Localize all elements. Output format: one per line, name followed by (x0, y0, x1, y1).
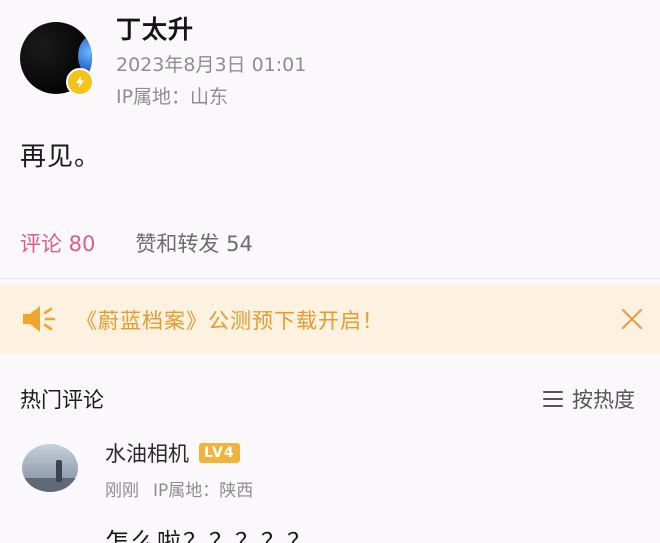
comment-text: 怎么啦？？？？？ (105, 528, 313, 543)
comment-meta: 刚刚 IP属地：陕西 (105, 476, 253, 501)
tab-comments-label: 评论 80 (20, 232, 96, 256)
commenter-avatar[interactable] (22, 444, 78, 492)
author-name[interactable]: 丁太升 (116, 10, 194, 46)
tab-likes-reposts[interactable]: 赞和转发 54 (135, 228, 252, 270)
post-detail-page: 丁太升 2023年8月3日 01:01 IP属地：山东 再见。 评论 80 赞和… (0, 0, 660, 543)
commenter-name[interactable]: 水油相机 (105, 438, 189, 468)
post-tabs: 评论 80 赞和转发 54 (20, 228, 253, 288)
tab-comments[interactable]: 评论 80 (20, 228, 104, 288)
vip-badge-icon (66, 68, 94, 96)
megaphone-icon (23, 306, 56, 332)
comment-user-row: 水油相机 LV4 (105, 438, 240, 468)
post-content: 再见。 (20, 142, 102, 172)
close-icon[interactable] (620, 307, 644, 331)
list-sort-icon (543, 391, 563, 407)
notice-text[interactable]: 《蔚蓝档案》公测预下载开启！ (76, 305, 384, 335)
comment-ip-location: IP属地：陕西 (153, 481, 254, 501)
post-ip-location: IP属地：山东 (116, 86, 229, 108)
avatar-ground (22, 478, 78, 492)
level-badge: LV4 (199, 443, 240, 463)
sort-by-heat-button[interactable]: 按热度 (542, 384, 635, 414)
avatar-figure (56, 460, 62, 482)
tab-likes-reposts-label: 赞和转发 54 (135, 232, 253, 256)
sort-label: 按热度 (572, 388, 635, 412)
lightning-icon (76, 76, 84, 88)
tabs-divider (0, 278, 660, 279)
hot-comments-title: 热门评论 (20, 388, 104, 412)
author-avatar[interactable] (20, 22, 94, 96)
comment-time: 刚刚 (105, 481, 139, 501)
post-timestamp: 2023年8月3日 01:01 (116, 54, 307, 76)
notice-banner[interactable]: 《蔚蓝档案》公测预下载开启！ (0, 284, 660, 354)
